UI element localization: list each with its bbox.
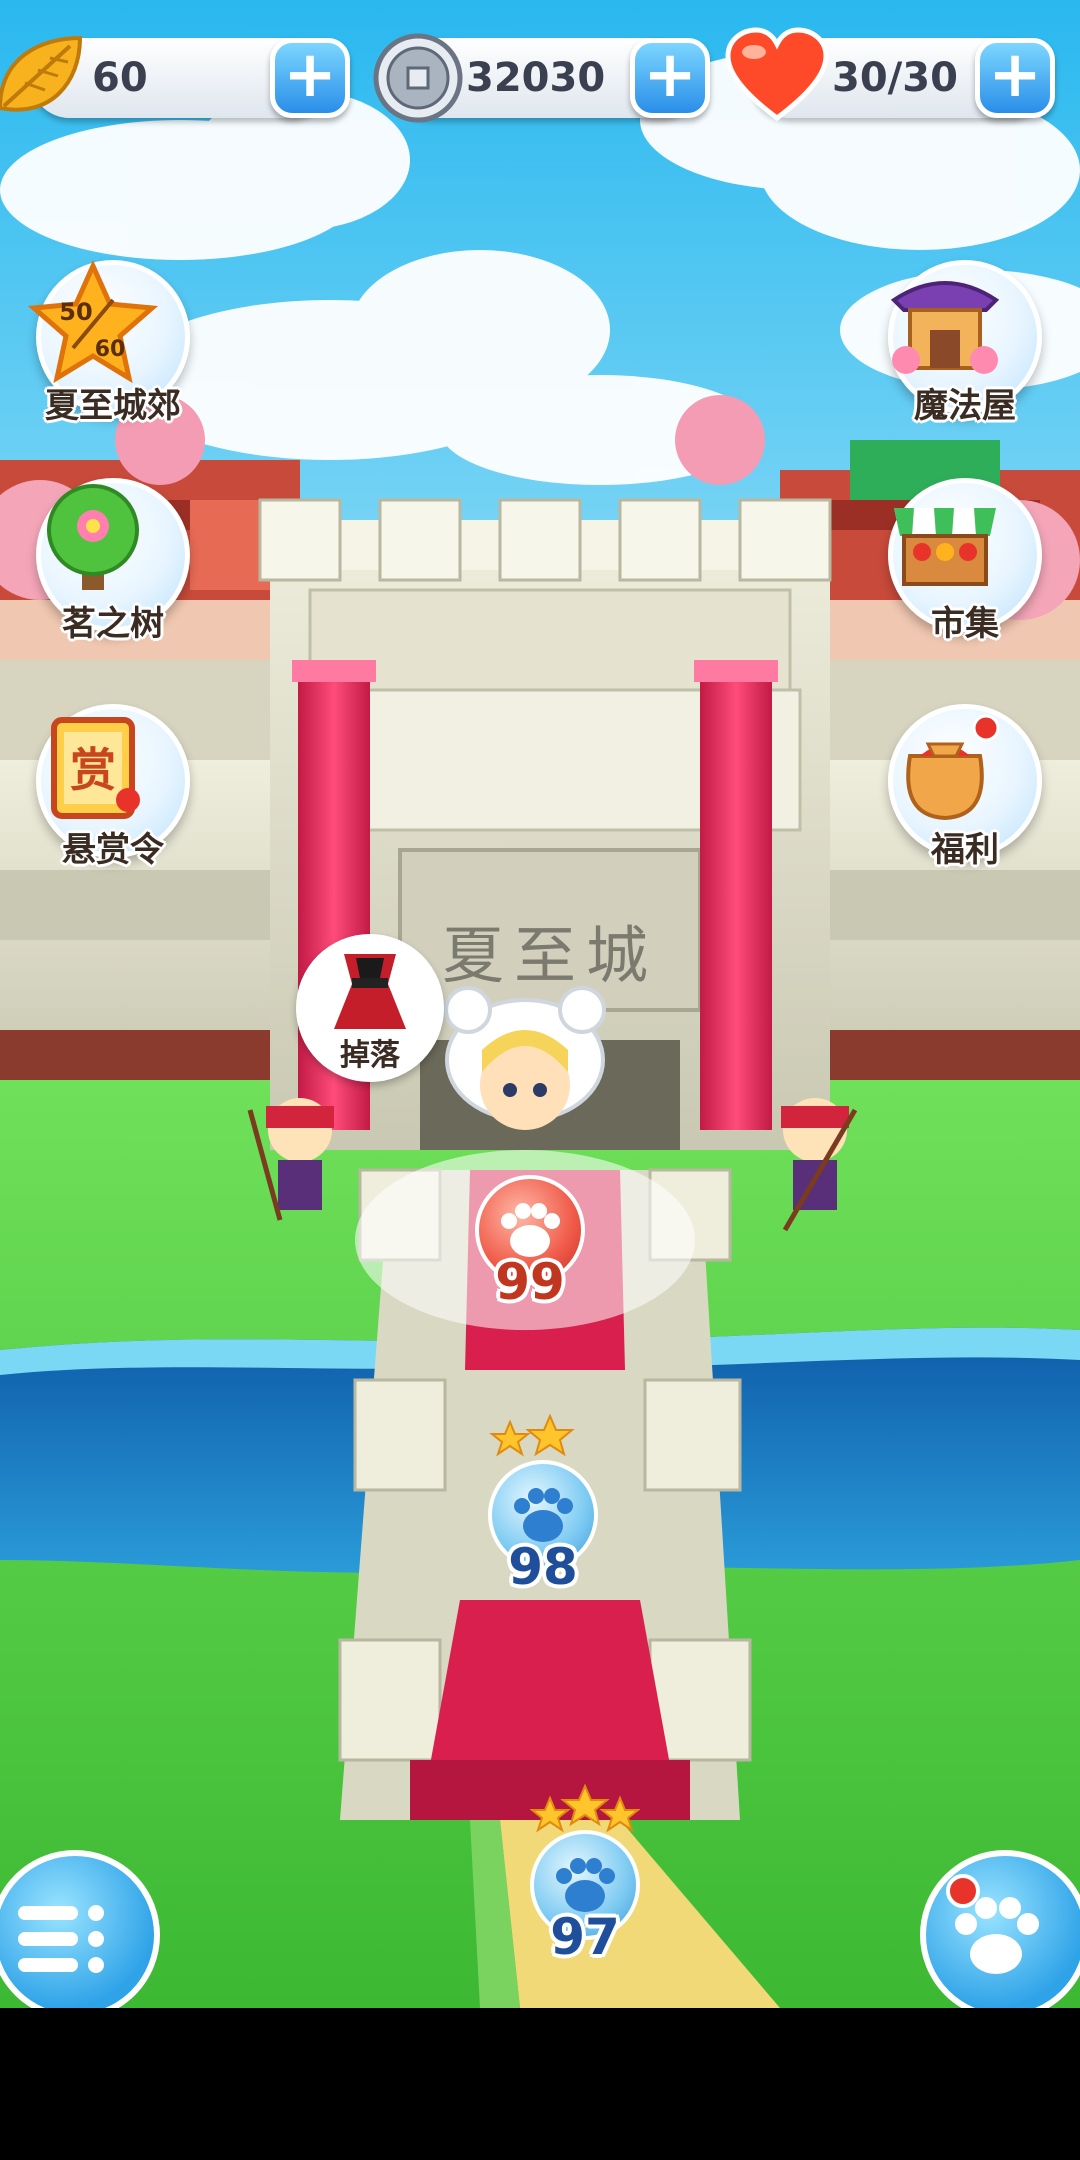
silver-coin-icon [373, 33, 463, 123]
magic-house-icon [890, 281, 1000, 374]
gate-name-plaque: 夏至城 [441, 919, 658, 992]
gift-bag-icon [906, 714, 1000, 821]
plus-icon: + [283, 38, 337, 112]
pet-paw-button[interactable] [920, 1850, 1080, 2008]
level-stars [489, 1414, 575, 1457]
star-badge-icon: 50 60 [28, 260, 158, 384]
menu-list-icon [18, 1905, 104, 1973]
side-button-bounty[interactable]: 赏 悬赏令 [28, 704, 198, 874]
coins-value: 32030 [466, 55, 606, 101]
side-button-summer-outskirts[interactable]: 50 60 夏至城郊 [28, 260, 198, 430]
side-label: 福利 [931, 830, 999, 870]
badge-progress-bottom: 60 [95, 337, 126, 362]
side-label: 魔法屋 [914, 386, 1016, 426]
hearts-value: 30/30 [832, 55, 958, 101]
system-navigation-bar [0, 2008, 1080, 2160]
level-stars [530, 1784, 640, 1833]
side-button-welfare[interactable]: 福利 [880, 704, 1050, 874]
side-button-market[interactable]: 市集 [880, 478, 1050, 648]
level-number: 97 [550, 1908, 620, 1966]
side-button-tea-tree[interactable]: 茗之树 [28, 478, 198, 648]
side-label: 夏至城郊 [45, 386, 181, 426]
side-button-magic-house[interactable]: 魔法屋 [880, 260, 1050, 430]
side-label: 悬赏令 [62, 830, 164, 870]
tree-icon [47, 484, 139, 590]
main-menu-button[interactable] [0, 1850, 160, 2008]
bounty-badge-char: 赏 [70, 743, 116, 797]
drop-label: 掉落 [340, 1038, 400, 1073]
add-hearts-button[interactable]: + [975, 38, 1055, 118]
golden-leaf-icon [0, 35, 83, 112]
bounty-scroll-icon: 赏 [51, 717, 140, 819]
badge-progress-top: 50 [59, 298, 92, 326]
plus-icon: + [988, 38, 1042, 112]
level-node-97[interactable]: 97 [520, 1784, 650, 1980]
add-coins-button[interactable]: + [630, 38, 710, 118]
heart-icon [725, 27, 829, 122]
side-label: 茗之树 [62, 604, 164, 644]
level-number: 98 [508, 1538, 578, 1596]
market-stall-icon [894, 508, 996, 586]
drop-reward-bubble[interactable]: 掉落 [296, 934, 444, 1082]
paw-icon [955, 1897, 1039, 1974]
level-number: 99 [495, 1253, 565, 1311]
game-map-scene: 夏至城 掉落 99 98 97 60 + 32030 + 30/30 + 50 … [0, 0, 1080, 2008]
side-label: 市集 [931, 604, 999, 644]
notification-dot [946, 1874, 980, 1908]
level-node-99[interactable]: 99 [465, 1175, 595, 1325]
add-leaves-button[interactable]: + [270, 38, 350, 118]
leaves-value: 60 [92, 55, 148, 101]
plus-icon: + [643, 38, 697, 112]
level-node-98[interactable]: 98 [478, 1414, 608, 1610]
notification-dot [972, 714, 1000, 742]
